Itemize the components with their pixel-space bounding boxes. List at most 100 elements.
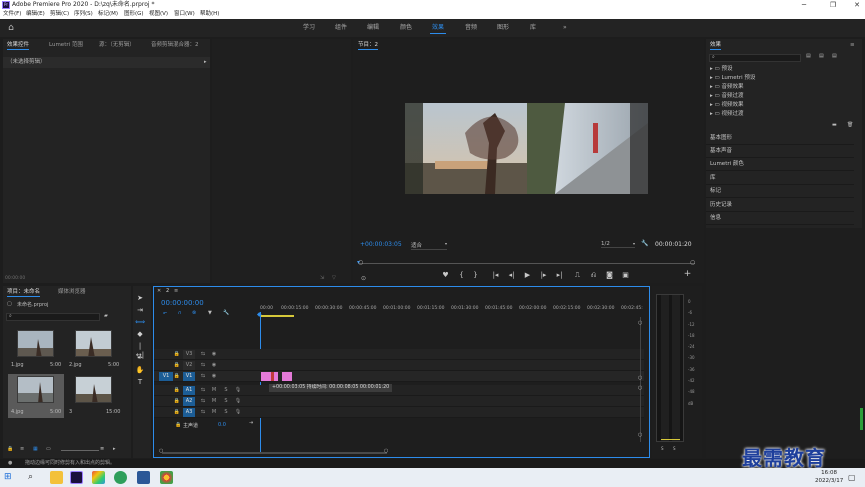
tab-effect-controls[interactable]: 效果控件 — [7, 39, 30, 51]
sort-icon[interactable]: ≣ — [100, 446, 104, 452]
effects-folder-lumetri[interactable]: ▸ ▭ Lumetri 预设 — [710, 74, 755, 82]
workspace-assembly[interactable]: 组件 — [335, 19, 347, 37]
track-label-v3[interactable]: V3 — [183, 350, 195, 359]
timeline-sequence-tab[interactable]: 2 — [166, 288, 169, 294]
program-scrubber[interactable] — [359, 263, 695, 264]
source-patch-v1[interactable]: V1 — [159, 372, 173, 381]
notification-icon[interactable]: ▢ — [848, 473, 856, 482]
effects-folder-video-transitions[interactable]: ▸ ▭ 视频过渡 — [710, 110, 743, 118]
voice-over-record-icon[interactable]: 🎙 — [234, 397, 242, 406]
workspace-libraries[interactable]: 库 — [530, 19, 536, 37]
scroll-handle-top[interactable]: ○ — [638, 320, 642, 326]
menu-sequence[interactable]: 序列(S) — [74, 10, 93, 19]
workspace-graphics[interactable]: 图形 — [497, 19, 509, 37]
scroll-indicator[interactable] — [860, 408, 863, 430]
scroll-handle[interactable]: ○ — [638, 385, 642, 391]
master-track-lock-icon[interactable]: 🔒 — [175, 422, 181, 428]
video-clip[interactable] — [261, 372, 271, 381]
solo-left-button[interactable]: S — [661, 446, 664, 451]
yuv-effects-icon[interactable]: ▤ — [832, 53, 837, 59]
playhead-icon[interactable]: ◆ — [257, 311, 262, 318]
accelerated-effects-icon[interactable]: ▤ — [806, 53, 811, 59]
media-thumb-2[interactable] — [75, 330, 112, 357]
automate-icon[interactable]: ▸ — [113, 446, 116, 452]
tab-lumetri-scopes[interactable]: Lumetri 范围 — [49, 39, 83, 51]
snap-icon[interactable]: ∩ — [178, 310, 182, 316]
track-label-v1[interactable]: V1 — [183, 372, 195, 381]
solo-button[interactable]: S — [222, 397, 230, 406]
minimize-button[interactable]: ─ — [797, 0, 811, 10]
tab-project[interactable]: 项目：未命名 — [7, 286, 41, 298]
new-search-bin-icon[interactable]: ▰ — [104, 313, 108, 319]
in-out-handle-left[interactable]: ○ — [358, 259, 363, 266]
track-v3[interactable] — [154, 349, 644, 360]
lock-icon[interactable]: 🔒 — [173, 397, 181, 406]
menu-clip[interactable]: 剪辑(C) — [50, 10, 69, 19]
selection-tool-icon[interactable]: ➤ — [135, 294, 145, 303]
add-marker-icon[interactable]: ♥ — [441, 271, 450, 279]
panel-essential-graphics[interactable]: 基本图形 — [706, 132, 854, 145]
workspace-effects[interactable]: 效果 — [429, 19, 447, 37]
tab-source[interactable]: 源：（无剪辑） — [99, 39, 135, 51]
windows-start-icon[interactable]: ⊞ — [4, 471, 12, 484]
workspace-more-button[interactable]: » — [563, 19, 567, 37]
word-icon[interactable] — [137, 471, 150, 484]
list-view-icon[interactable]: ≡ — [20, 446, 24, 452]
app-icon[interactable] — [114, 471, 127, 484]
new-bin-icon[interactable]: ▬ — [832, 122, 837, 128]
chrome-icon[interactable] — [160, 471, 173, 484]
file-explorer-icon[interactable] — [50, 471, 63, 484]
panel-markers[interactable]: 标记 — [706, 185, 854, 198]
workspace-editing[interactable]: 编辑 — [367, 19, 379, 37]
hand-tool-icon[interactable]: ✋ — [135, 366, 145, 375]
ripple-edit-tool-icon[interactable]: ⟺ — [135, 318, 145, 327]
wrench-icon[interactable]: 🔧 — [641, 240, 648, 247]
menu-marker[interactable]: 标记(M) — [98, 10, 118, 19]
panel-history[interactable]: 历史记录 — [706, 199, 854, 212]
razor-tool-icon[interactable]: ◆ — [135, 330, 145, 339]
tab-effects[interactable]: 效果 — [710, 39, 722, 51]
sync-lock-icon[interactable]: ⇆ — [199, 350, 207, 359]
panel-menu-icon[interactable]: ≡ — [850, 39, 855, 51]
tab-program[interactable]: 节目：2 — [358, 39, 378, 51]
comparison-view-icon[interactable]: ▣ — [621, 271, 630, 279]
voice-over-record-icon[interactable]: 🎙 — [234, 386, 242, 395]
effects-folder-presets[interactable]: ▸ ▭ 预设 — [710, 65, 732, 73]
solo-button[interactable]: S — [222, 408, 230, 417]
home-icon[interactable]: ⌂ — [4, 22, 18, 34]
track-label-v2[interactable]: V2 — [183, 361, 195, 370]
sync-lock-icon[interactable]: ⇆ — [199, 372, 207, 381]
slip-tool-icon[interactable]: |↔| — [135, 342, 145, 359]
mark-in-icon[interactable]: { — [457, 271, 466, 279]
nest-icon[interactable]: ⟜ — [163, 310, 167, 316]
app-icon[interactable] — [92, 471, 105, 484]
go-to-out-icon[interactable]: ▸| — [555, 271, 564, 279]
add-marker-icon[interactable]: ▼ — [208, 310, 212, 316]
lock-icon[interactable]: 🔒 — [173, 408, 181, 417]
sync-lock-icon[interactable]: ⇆ — [199, 386, 207, 395]
export-frame-icon[interactable]: ⇲ — [320, 275, 324, 281]
scroll-handle[interactable]: ○ — [638, 375, 642, 381]
effects-folder-audio-transitions[interactable]: ▸ ▭ 音频过渡 — [710, 92, 743, 100]
panel-menu-icon[interactable]: ≡ — [174, 288, 178, 294]
add-button-icon[interactable]: + — [683, 270, 692, 279]
mute-button[interactable]: M — [210, 386, 218, 395]
timeline-settings-icon[interactable]: 🔧 — [223, 310, 229, 316]
menu-help[interactable]: 帮助(H) — [200, 10, 219, 19]
sync-lock-icon[interactable]: ⇆ — [199, 408, 207, 417]
lock-icon[interactable]: 🔒 — [173, 386, 181, 395]
project-search-input[interactable]: ⌕ — [6, 313, 100, 321]
go-to-end-icon[interactable]: ⇥ — [249, 420, 253, 426]
eye-icon[interactable]: ◉ — [210, 372, 218, 381]
fit-dropdown[interactable]: 适合 ▾ — [411, 241, 447, 250]
clock[interactable]: 16:08 2022/3/17 — [815, 469, 843, 485]
zoom-handle-left[interactable]: ○ — [159, 448, 163, 454]
in-out-handle-right[interactable]: ○ — [690, 259, 695, 266]
horizontal-scrollbar[interactable] — [162, 452, 387, 454]
timeline-timecode[interactable]: 00:00:00:00 — [161, 299, 204, 307]
step-forward-icon[interactable]: |▸ — [539, 271, 548, 279]
program-preview[interactable] — [405, 103, 648, 194]
track-v2[interactable] — [154, 360, 644, 371]
menu-file[interactable]: 文件(F) — [3, 10, 21, 19]
resolution-dropdown[interactable]: 1/2 ▾ — [601, 241, 635, 248]
